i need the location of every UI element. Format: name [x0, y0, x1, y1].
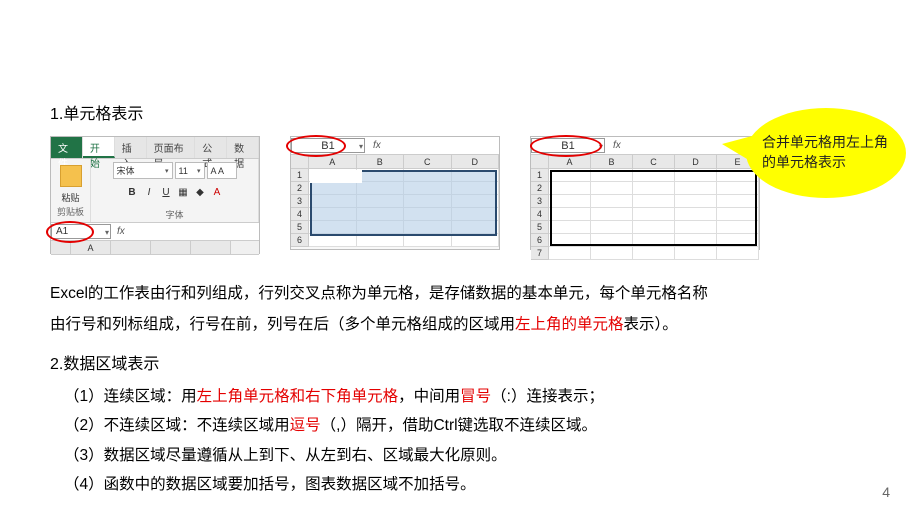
namebox-a1: A1▾ [51, 224, 111, 239]
paragraph-1: Excel的工作表由行和列组成，行列交叉点称为单元格，是存储数据的基本单元，每个… [50, 278, 860, 340]
p3-col-b: B [591, 155, 633, 168]
tab-insert: 插入 [115, 137, 147, 158]
p2-col-c: C [404, 155, 452, 168]
tab-file: 文件 [51, 137, 83, 158]
namebox-b1-range: B1▾ [291, 138, 365, 153]
p3-col-a: A [549, 155, 591, 168]
p2-col-b: B [357, 155, 405, 168]
tab-home: 开始 [83, 137, 115, 158]
border-btn: ▦ [176, 187, 190, 198]
p2-col-d: D [452, 155, 500, 168]
clipboard-group-label: 剪贴板 [57, 205, 84, 218]
tab-formula: 公式 [195, 137, 227, 158]
fx-icon-2: fx [373, 140, 381, 151]
list-item-4: （4）函数中的数据区域要加括号，图表数据区域不加括号。 [50, 470, 920, 499]
yellow-callout: 合并单元格用左上角的单元格表示 [746, 108, 906, 198]
para1-red: 左上角的单元格 [515, 316, 624, 333]
excel-ribbon-screenshot: 文件 开始 插入 页面布局 公式 数据 粘贴 剪贴板 宋体▾ 11▾ A A B [50, 136, 260, 254]
p2-col-a: A [309, 155, 357, 168]
bold-btn: B [125, 187, 139, 198]
italic-btn: I [142, 187, 156, 198]
page-number: 4 [882, 484, 890, 500]
section2-title: 2.数据区域表示 [50, 350, 920, 374]
font-group-label: 字体 [165, 208, 183, 221]
tab-layout: 页面布局 [147, 137, 196, 158]
list-item-3: （3）数据区域尽量遵循从上到下、从左到右、区域最大化原则。 [50, 441, 920, 470]
paste-icon [60, 165, 82, 187]
tab-data: 数据 [227, 137, 259, 158]
paste-label: 粘贴 [61, 191, 79, 204]
font-aa: A A [207, 162, 237, 179]
font-color-btn: A [210, 187, 224, 198]
font-name-dropdown: 宋体▾ [113, 162, 173, 179]
p3-col-d: D [675, 155, 717, 168]
list-item-2: （2）不连续区域：不连续区域用逗号（,）隔开，借助Ctrl键选取不连续区域。 [50, 411, 920, 440]
fx-icon: fx [117, 226, 125, 237]
underline-btn: U [159, 187, 173, 198]
list-item-1: （1）连续区域：用左上角单元格和右下角单元格，中间用冒号（:）连接表示； [50, 382, 920, 411]
callout-text: 合并单元格用左上角的单元格表示 [762, 133, 890, 172]
namebox-b1-merged: B1▾ [531, 138, 605, 153]
red-ellipse-a1 [46, 221, 94, 243]
font-size-dropdown: 11▾ [175, 162, 205, 179]
col-a: A [71, 241, 111, 254]
fx-icon-3: fx [613, 140, 621, 151]
fill-btn: ◆ [193, 187, 207, 198]
red-ellipse-b1-range [286, 135, 346, 157]
p3-col-c: C [633, 155, 675, 168]
excel-range-screenshot: B1▾ fx A B C D 1 2 3 4 5 6 [290, 136, 500, 250]
